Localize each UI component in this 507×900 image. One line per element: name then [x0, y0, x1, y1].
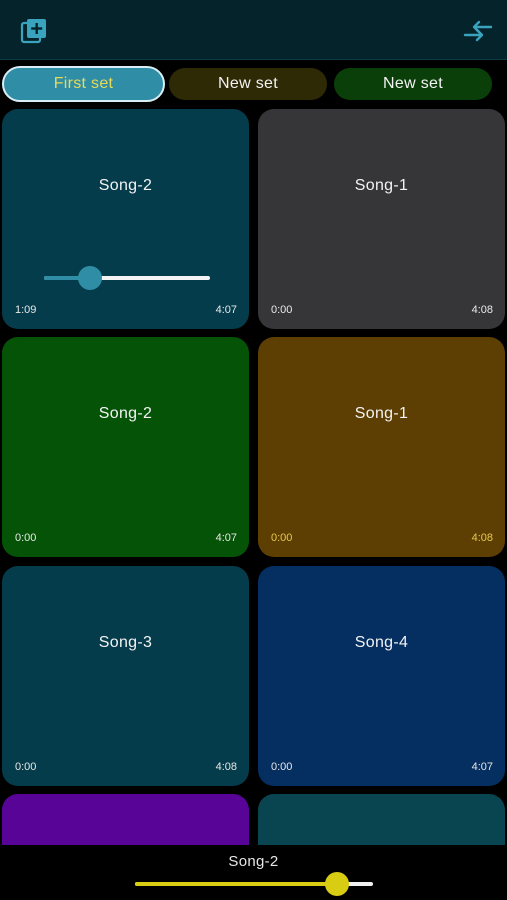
- volume-slider[interactable]: [135, 872, 373, 896]
- song-tile[interactable]: Song-2 1:09 4:07: [2, 109, 249, 329]
- duration-time: 4:07: [215, 304, 237, 316]
- song-title: Song-2: [98, 177, 153, 194]
- song-tile[interactable]: Song-1 0:00 4:08: [258, 337, 505, 557]
- elapsed-time: 0:00: [15, 761, 37, 773]
- volume-fill: [135, 882, 338, 886]
- elapsed-time: 0:00: [271, 532, 293, 544]
- duration-time: 4:08: [471, 532, 493, 544]
- swap-arrows-icon: [463, 20, 493, 42]
- song-title: Song-1: [354, 405, 409, 422]
- song-progress-slider[interactable]: [44, 266, 210, 290]
- song-tile[interactable]: Song-2 0:00 4:07: [2, 337, 249, 557]
- add-set-button[interactable]: [20, 17, 48, 45]
- song-tile[interactable]: Song-4 0:00 4:07: [258, 566, 505, 786]
- top-bar: [0, 0, 507, 60]
- duration-time: 4:08: [471, 304, 493, 316]
- swap-button[interactable]: [463, 18, 493, 44]
- duration-time: 4:08: [215, 761, 237, 773]
- elapsed-time: 0:00: [15, 532, 37, 544]
- now-playing-title: Song-2: [228, 853, 279, 870]
- set-tabs: First set New set New set: [0, 64, 507, 104]
- duration-time: 4:07: [215, 532, 237, 544]
- song-title: Song-3: [98, 634, 153, 651]
- song-progress-knob[interactable]: [78, 266, 103, 290]
- song-title: Song-1: [354, 177, 409, 194]
- app-root: First set New set New set Song-2 1:09 4:…: [0, 0, 507, 900]
- song-title: Song-4: [354, 634, 409, 651]
- duration-time: 4:07: [471, 761, 493, 773]
- tab-new-set-1[interactable]: New set: [169, 68, 327, 100]
- elapsed-time: 0:00: [271, 761, 293, 773]
- add-set-icon: [20, 19, 46, 44]
- elapsed-time: 1:09: [15, 304, 37, 316]
- song-tile[interactable]: Song-1 0:00 4:08: [258, 109, 505, 329]
- now-playing-bar: Song-2: [0, 845, 507, 900]
- volume-knob[interactable]: [325, 872, 350, 896]
- song-title: Song-2: [98, 405, 153, 422]
- elapsed-time: 0:00: [271, 304, 293, 316]
- song-tile[interactable]: Song-3 0:00 4:08: [2, 566, 249, 786]
- tab-first-set[interactable]: First set: [2, 66, 165, 102]
- tab-new-set-2[interactable]: New set: [334, 68, 492, 100]
